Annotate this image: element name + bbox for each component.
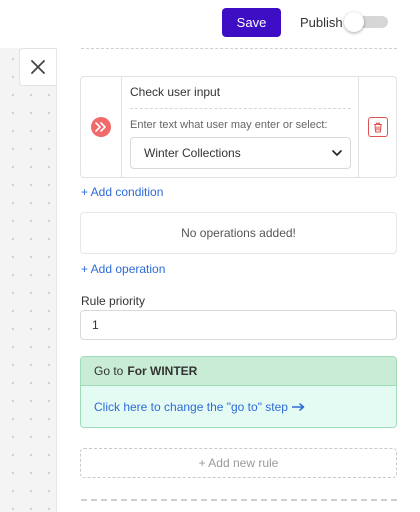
condition-value-select[interactable]: Winter Collections [130, 137, 351, 169]
publish-label: Publish [300, 15, 343, 30]
change-goto-step-link[interactable]: Click here to change the "go to" step [94, 400, 305, 414]
condition-selected-value: Winter Collections [144, 146, 241, 160]
change-goto-step-text: Click here to change the "go to" step [94, 400, 288, 414]
goto-prefix: Go to [94, 364, 124, 378]
rule-editor-panel: Check user input Enter text what user ma… [56, 48, 420, 512]
fast-forward-icon [91, 117, 111, 137]
arrow-right-icon [291, 403, 305, 411]
condition-divider [130, 108, 351, 109]
publish-toggle-knob [344, 12, 364, 32]
top-toolbar: Save Publish [0, 0, 420, 48]
condition-delete-cell [358, 77, 396, 177]
top-divider [81, 48, 397, 49]
condition-icon-cell [81, 77, 122, 177]
add-new-rule-button[interactable]: + Add new rule [80, 448, 397, 478]
rule-priority-label: Rule priority [81, 294, 146, 308]
chevron-down-icon [332, 150, 342, 156]
operations-list: No operations added! [80, 212, 397, 254]
publish-toggle[interactable] [344, 12, 388, 32]
condition-title: Check user input [130, 85, 221, 99]
save-button[interactable]: Save [222, 8, 281, 37]
goto-card: Go to For WINTER Click here to change th… [80, 356, 397, 428]
condition-card: Check user input Enter text what user ma… [80, 76, 397, 178]
goto-target: For WINTER [127, 364, 198, 378]
add-condition-link[interactable]: + Add condition [81, 185, 163, 199]
add-operation-link[interactable]: + Add operation [81, 262, 165, 276]
condition-hint: Enter text what user may enter or select… [130, 119, 328, 131]
close-panel-button[interactable] [19, 48, 56, 86]
rule-priority-input[interactable] [80, 310, 397, 340]
flow-canvas-background [0, 48, 56, 512]
bottom-divider [81, 499, 397, 501]
goto-body: Click here to change the "go to" step [81, 386, 396, 427]
trash-icon [373, 122, 382, 133]
operations-empty-text: No operations added! [181, 226, 296, 240]
delete-condition-button[interactable] [367, 117, 388, 137]
close-icon [31, 60, 45, 74]
goto-header: Go to For WINTER [81, 357, 396, 386]
